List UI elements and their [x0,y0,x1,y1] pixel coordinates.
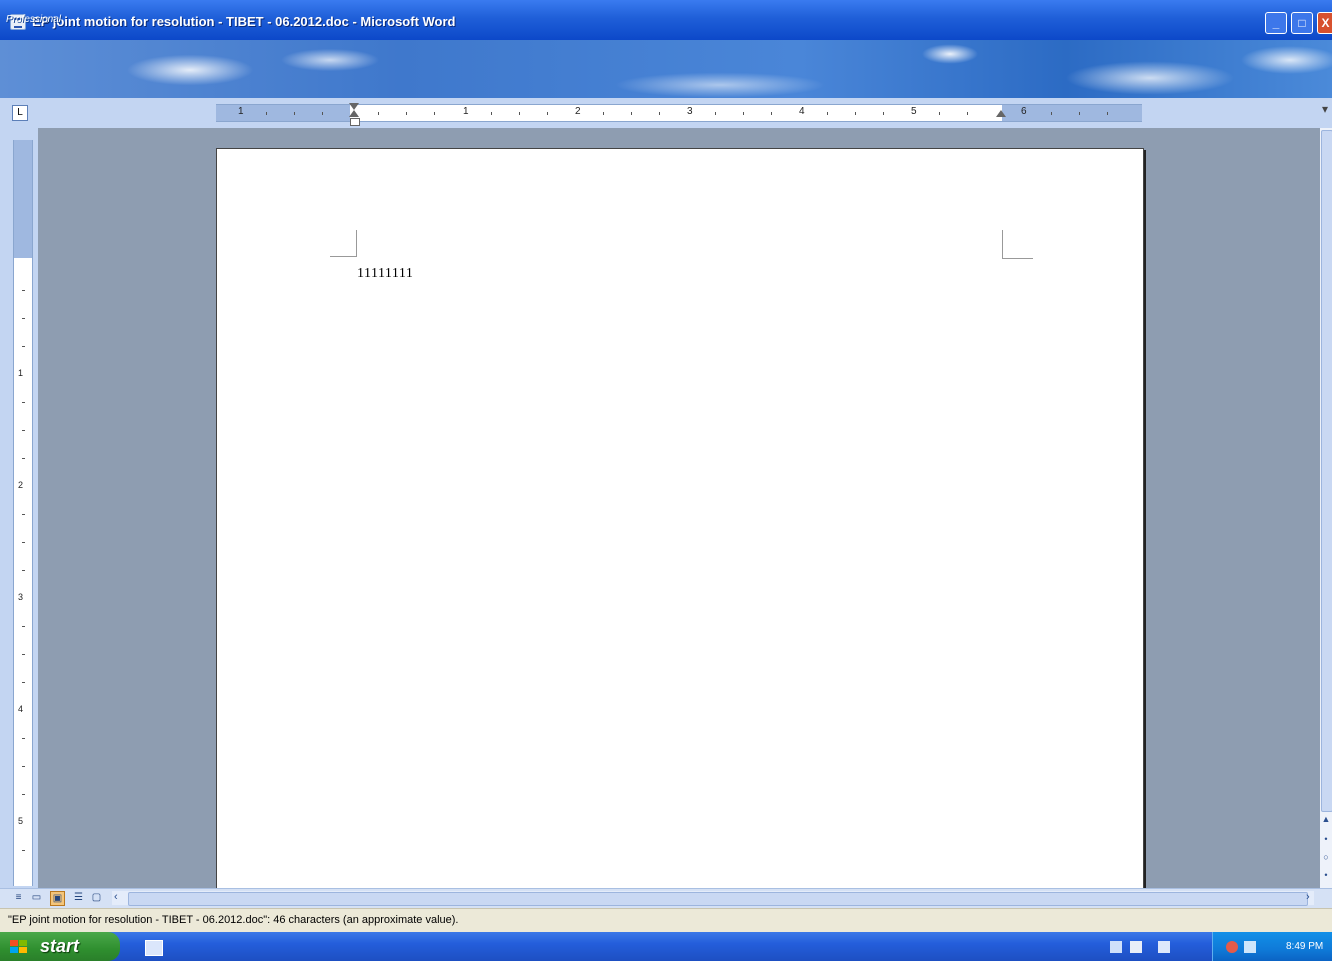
vertical-ruler-tick [22,402,25,403]
ruler-number: 2 [575,106,581,117]
maximize-button[interactable]: □ [1291,12,1313,34]
horizontal-scroll-thumb[interactable] [128,892,1308,906]
vertical-ruler-tick [22,542,25,543]
network-icon[interactable] [1110,941,1122,953]
scroll-right-arrow-icon[interactable]: › [1306,891,1318,905]
outline-view-icon[interactable]: ☰ [72,891,85,904]
vertical-ruler[interactable]: 1 2 3 4 5 [13,140,33,886]
tab-selector-button[interactable]: L [12,105,28,121]
security-alert-icon[interactable] [1226,941,1238,953]
ruler-tick [743,112,744,115]
ruler-number: 1 [238,106,244,117]
vertical-scroll-thumb[interactable] [1321,130,1332,812]
vertical-ruler-tick [22,570,25,571]
vertical-ruler-number: 4 [18,704,24,714]
vertical-ruler-tick [22,766,25,767]
print-layout-view-icon[interactable]: ▣ [50,891,65,906]
ruler-tick [715,112,716,115]
vertical-ruler-tick [22,318,25,319]
document-body-text[interactable]: 11111111 [357,266,413,282]
scroll-left-arrow-icon[interactable]: ‹ [114,891,126,905]
start-label[interactable]: start [40,936,79,957]
banner-label: Professional [6,14,62,25]
taskbar-clock[interactable]: 8:49 PM [1286,941,1323,952]
vertical-ruler-tick [22,346,25,347]
ruler-tick [939,112,940,115]
ruler-tick [883,112,884,115]
vertical-ruler-tick [22,430,25,431]
ruler-tick [855,112,856,115]
ruler-tick [294,112,295,115]
window-title: EP joint motion for resolution - TIBET -… [32,14,456,29]
vertical-ruler-number: 3 [18,592,24,602]
vertical-ruler-tick [22,850,25,851]
vertical-ruler-tick [22,682,25,683]
first-line-indent-marker[interactable] [349,103,359,110]
word-taskbar-icon[interactable] [1130,941,1142,953]
previous-page-icon[interactable]: • [1320,832,1332,846]
ruler-tick [827,112,828,115]
vertical-ruler-number: 1 [18,368,24,378]
show-desktop-icon[interactable] [145,940,163,956]
vertical-ruler-number: 2 [18,480,24,490]
ruler-tick [434,112,435,115]
ruler-left-margin [216,105,350,121]
document-page[interactable] [216,148,1144,890]
ruler-tick [266,112,267,115]
vertical-ruler-tick [22,794,25,795]
select-browse-object-icon[interactable]: ○ [1320,850,1332,864]
ruler-end-arrow-icon: ▾ [1322,102,1329,116]
normal-view-icon[interactable]: ≡ [12,891,25,904]
vertical-ruler-top-margin [14,140,32,258]
scroll-up-arrow-icon[interactable]: ▲ [1320,812,1332,826]
status-text: "EP joint motion for resolution - TIBET … [8,914,459,926]
close-button[interactable]: X [1317,12,1332,34]
ruler-tick [659,112,660,115]
ruler-tick [603,112,604,115]
vertical-ruler-tick [22,290,25,291]
vertical-ruler-number: 5 [18,816,24,826]
ruler-tick [378,112,379,115]
ruler-tick [1079,112,1080,115]
ruler-tick [547,112,548,115]
next-page-icon[interactable]: • [1320,868,1332,882]
vertical-ruler-tick [22,514,25,515]
crop-mark-top-left [330,230,357,257]
ruler-number: 1 [463,106,469,117]
ruler-tick [322,112,323,115]
reading-layout-view-icon[interactable]: ▢ [90,891,103,904]
ruler-tick [519,112,520,115]
ruler-number: 3 [687,106,693,117]
ruler-tick [771,112,772,115]
ruler-tick [631,112,632,115]
left-indent-marker[interactable] [350,118,360,126]
sky-banner [0,40,1332,98]
ruler-tick [491,112,492,115]
safely-remove-icon[interactable] [1158,941,1170,953]
ruler-tick [1107,112,1108,115]
vertical-ruler-tick [22,738,25,739]
web-layout-view-icon[interactable]: ▭ [30,891,43,904]
vertical-ruler-tick [22,458,25,459]
ruler-number: 4 [799,106,805,117]
volume-icon[interactable] [1244,941,1256,953]
right-indent-marker[interactable] [996,110,1006,117]
ruler-tick [967,112,968,115]
crop-mark-top-right [1002,230,1033,259]
minimize-button[interactable]: _ [1265,12,1287,34]
vertical-ruler-tick [22,626,25,627]
hanging-indent-marker[interactable] [349,110,359,117]
ruler-number: 6 [1021,106,1027,117]
ruler-tick [1051,112,1052,115]
vertical-ruler-tick [22,654,25,655]
ruler-tick [406,112,407,115]
windows-logo-icon [10,940,28,954]
ruler-number: 5 [911,106,917,117]
